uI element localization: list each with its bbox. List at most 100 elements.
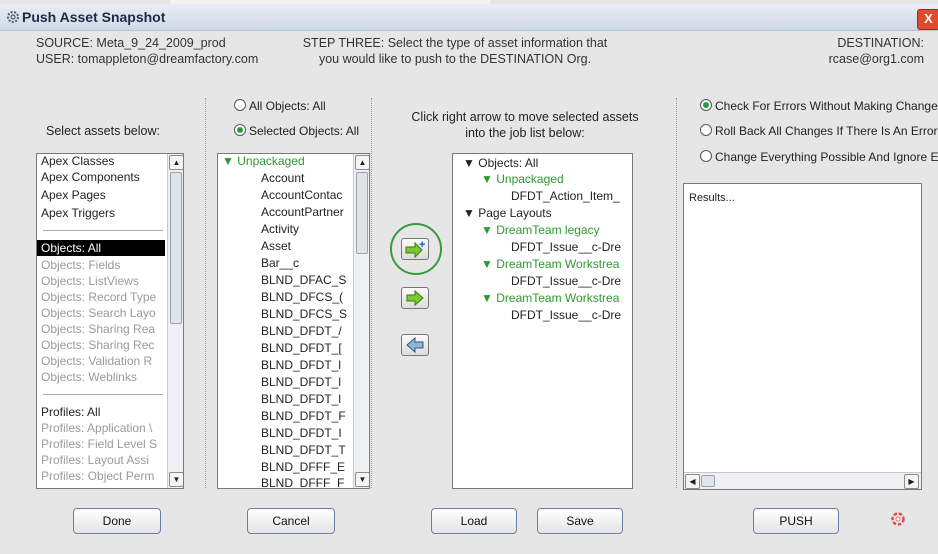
tree-leaf[interactable]: DFDT_Issue__c-Dre xyxy=(511,308,621,322)
scroll-thumb[interactable] xyxy=(170,172,182,324)
tree-item[interactable]: BLND_DFCS_( xyxy=(261,290,343,304)
load-button[interactable]: Load xyxy=(431,508,517,534)
tree-item[interactable]: BLND_DFFF_F xyxy=(261,476,344,488)
list-item[interactable]: Apex Classes xyxy=(41,154,114,168)
done-button[interactable]: Done xyxy=(73,508,161,534)
tree-item[interactable]: BLND_DFDT_T xyxy=(261,443,346,457)
tree-item[interactable]: BLND_DFDT_l xyxy=(261,358,341,372)
assets-list[interactable]: Apex Classes Apex Components Apex Pages … xyxy=(36,153,184,489)
tree-node[interactable]: ▼ DreamTeam legacy xyxy=(481,223,600,237)
assets-scrollbar[interactable]: ▲ ▼ xyxy=(167,154,183,488)
scroll-right-icon[interactable]: ▶ xyxy=(904,474,919,489)
radio-change-everything[interactable]: Change Everything Possible And Ignore E xyxy=(700,150,938,164)
tree-item[interactable]: AccountContac xyxy=(261,188,342,202)
expand-arrow-icon[interactable]: ▼ xyxy=(463,206,475,220)
list-item[interactable]: Profiles: Object Perm xyxy=(41,469,154,483)
list-item-selected[interactable]: Objects: All xyxy=(41,241,101,255)
push-button[interactable]: PUSH xyxy=(753,508,839,534)
tree-item[interactable]: Activity xyxy=(261,222,299,236)
tree-item[interactable]: AccountPartner xyxy=(261,205,344,219)
scroll-left-icon[interactable]: ◀ xyxy=(685,474,700,489)
list-item[interactable]: Profiles: Layout Assi xyxy=(41,453,149,467)
scroll-up-icon[interactable]: ▲ xyxy=(169,155,183,170)
expand-arrow-icon[interactable]: ▼ xyxy=(481,223,493,237)
list-item[interactable]: Apex Components xyxy=(41,170,140,184)
tree-item[interactable]: BLND_DFDT_F xyxy=(261,409,346,423)
tree-item[interactable]: BLND_DFAC_S xyxy=(261,273,346,287)
list-item[interactable]: Objects: Record Type xyxy=(41,290,156,304)
results-hscrollbar[interactable]: ◀ ▶ xyxy=(684,472,921,489)
move-right-button[interactable] xyxy=(401,287,429,309)
tree-root[interactable]: ▼ Unpackaged xyxy=(222,154,305,168)
list-item[interactable]: Objects: ListViews xyxy=(41,274,139,288)
tree-item[interactable]: BLND_DFDT_I xyxy=(261,426,342,440)
radio-all-objects[interactable]: All Objects: All xyxy=(234,99,326,113)
move-left-button[interactable] xyxy=(401,334,429,356)
list-item[interactable]: Apex Triggers xyxy=(41,206,115,220)
lifebuoy-icon[interactable] xyxy=(891,512,905,526)
tree-item[interactable]: Bar__c xyxy=(261,256,299,270)
tree-item[interactable]: BLND_DFDT_[ xyxy=(261,341,342,355)
scroll-down-icon[interactable]: ▼ xyxy=(169,472,183,487)
radio-circle xyxy=(700,124,712,136)
radio-selected-objects[interactable]: Selected Objects: All xyxy=(234,124,359,138)
column-divider xyxy=(205,98,206,488)
list-item[interactable]: Objects: Search Layo xyxy=(41,306,156,320)
expand-arrow-icon[interactable]: ▼ xyxy=(222,154,234,168)
tree-item[interactable]: BLND_DFDT_l xyxy=(261,392,341,406)
radio-roll-back[interactable]: Roll Back All Changes If There Is An Err… xyxy=(700,124,938,138)
push-asset-snapshot-window: Push Asset Snapshot X SOURCE: Meta_9_24_… xyxy=(0,0,938,554)
step-instruction-line2: you would like to push to the DESTINATIO… xyxy=(318,52,592,66)
list-item[interactable]: Profiles: Field Level S xyxy=(41,437,157,451)
list-item[interactable]: Profiles: Application \ xyxy=(41,421,152,435)
list-item[interactable]: Objects: Fields xyxy=(41,258,120,272)
tree-item[interactable]: BLND_DFCS_S xyxy=(261,307,347,321)
close-button[interactable]: X xyxy=(917,9,938,30)
list-item[interactable]: Objects: Weblinks xyxy=(41,370,137,384)
radio-circle xyxy=(700,150,712,162)
user-label: USER: tomappleton@dreamfactory.com xyxy=(36,52,259,66)
move-left-arrow-icon xyxy=(406,336,424,354)
tree-node[interactable]: ▼ DreamTeam Workstrea xyxy=(481,291,619,305)
list-item[interactable]: Objects: Sharing Rec xyxy=(41,338,154,352)
radio-circle xyxy=(234,124,246,136)
list-item[interactable]: Objects: Validation R xyxy=(41,354,152,368)
list-item[interactable]: Profiles: All xyxy=(41,405,100,419)
list-item[interactable]: Apex Pages xyxy=(41,188,106,202)
objects-tree[interactable]: ▼ Unpackaged Account AccountContac Accou… xyxy=(217,153,370,489)
save-button[interactable]: Save xyxy=(537,508,623,534)
objects-scrollbar[interactable]: ▲ ▼ xyxy=(353,154,369,488)
job-list-tree[interactable]: ▼ Objects: All ▼ Unpackaged DFDT_Action_… xyxy=(452,153,633,489)
tree-leaf[interactable]: DFDT_Action_Item_ xyxy=(511,189,620,203)
tree-node[interactable]: ▼ Page Layouts xyxy=(463,206,552,220)
expand-arrow-icon[interactable]: ▼ xyxy=(481,291,493,305)
tree-item[interactable]: BLND_DFDT_l xyxy=(261,375,341,389)
scroll-thumb[interactable] xyxy=(356,172,368,254)
tree-leaf[interactable]: DFDT_Issue__c-Dre xyxy=(511,240,621,254)
scroll-up-icon[interactable]: ▲ xyxy=(355,155,369,170)
tree-node[interactable]: ▼ DreamTeam Workstrea xyxy=(481,257,619,271)
expand-arrow-icon[interactable]: ▼ xyxy=(481,257,493,271)
expand-arrow-icon[interactable]: ▼ xyxy=(463,156,475,170)
tree-item[interactable]: BLND_DFDT_/ xyxy=(261,324,342,338)
tree-item[interactable]: Asset xyxy=(261,239,291,253)
add-to-job-button[interactable]: + xyxy=(401,238,429,260)
radio-label: Selected Objects: All xyxy=(249,124,360,138)
tree-node-label: Page Layouts xyxy=(478,206,552,220)
tree-node-label: DreamTeam legacy xyxy=(496,223,600,237)
radio-label: All Objects: All xyxy=(249,99,326,113)
results-box[interactable]: Results... ◀ ▶ xyxy=(683,183,922,490)
expand-arrow-icon[interactable]: ▼ xyxy=(481,172,493,186)
scroll-down-icon[interactable]: ▼ xyxy=(355,472,369,487)
tree-item[interactable]: Account xyxy=(261,171,304,185)
radio-label: Check For Errors Without Making Change xyxy=(715,99,938,113)
tree-leaf[interactable]: DFDT_Issue__c-Dre xyxy=(511,274,621,288)
scroll-thumb[interactable] xyxy=(701,475,715,487)
radio-check-errors[interactable]: Check For Errors Without Making Change xyxy=(700,99,938,113)
assets-heading: Select assets below: xyxy=(46,124,160,138)
list-item[interactable]: Objects: Sharing Rea xyxy=(41,322,155,336)
tree-item[interactable]: BLND_DFFF_E xyxy=(261,460,345,474)
tree-node[interactable]: ▼ Objects: All xyxy=(463,156,538,170)
cancel-button[interactable]: Cancel xyxy=(247,508,335,534)
tree-node[interactable]: ▼ Unpackaged xyxy=(481,172,564,186)
